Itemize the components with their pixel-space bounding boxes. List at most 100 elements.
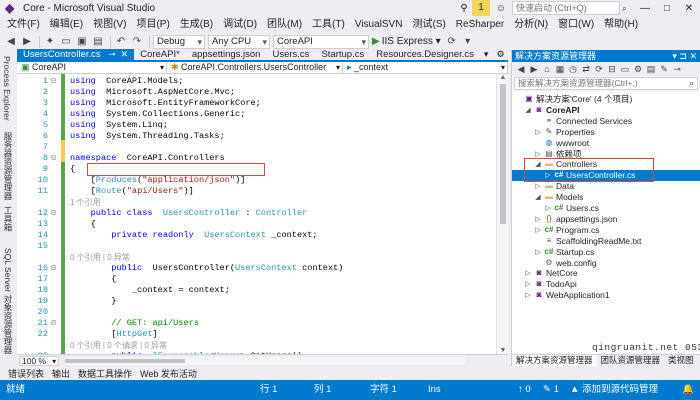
side-tool-tab[interactable]: Process Explorer [2,56,12,121]
maximize-button[interactable]: □ [656,3,678,14]
zoom-dropdown[interactable]: 100 % [19,355,60,366]
solution-pane-tab[interactable]: 团队资源管理器 [597,355,665,366]
settings-icon[interactable]: ⚙ [492,49,508,60]
solution-config-dropdown[interactable]: Debug [153,34,205,49]
tree-item[interactable]: ⚭ Connected Services [512,116,700,127]
document-tab[interactable]: Resources.Designer.cs [370,49,480,60]
menu-item[interactable]: 工具(T) [307,16,350,33]
menu-item[interactable]: 项目(P) [131,16,174,33]
properties-icon[interactable]: ⚙ [632,63,644,75]
history-icon[interactable]: ◷ [567,63,579,75]
collapsed-arrow-icon[interactable]: ▷ [524,268,532,279]
refresh-icon[interactable]: ⟳ [445,35,459,49]
tree-item[interactable]: ▣ 解决方案'Core' (4 个项目) [512,94,700,105]
menu-item[interactable]: 生成(B) [175,16,218,33]
tab-overflow-icon[interactable]: ▾ [480,49,493,60]
undo-icon[interactable]: ↶ [114,35,128,49]
save-all-icon[interactable]: ▤ [91,35,105,49]
forward-icon[interactable]: ▶ [20,35,34,49]
filter-icon[interactable]: ⚲ [456,3,472,14]
collapsed-arrow-icon[interactable]: ▷ [534,247,542,258]
collapse-icon[interactable]: ⊟ [51,263,59,274]
type-nav-dropdown[interactable]: ✱ CoreAPI.Controllers.UsersController [167,62,343,73]
platform-dropdown[interactable]: Any CPU [208,34,270,49]
toolbar-overflow-icon[interactable]: ▾ [461,35,475,49]
save-icon[interactable]: ▣ [75,35,89,49]
menu-item[interactable]: 视图(V) [88,16,131,33]
expanded-arrow-icon[interactable]: ◢ [534,192,542,203]
side-tool-tab[interactable]: SQL Server 对象资源管理器 [2,248,14,354]
run-button[interactable]: ▶ IIS Express ▾ [372,36,441,47]
code-editor[interactable]: 1 ⊟ using CoreAPI.Models; 2 using Microsoft.… [17,74,496,354]
collapsed-arrow-icon[interactable]: ▷ [534,225,542,236]
menu-item[interactable]: 编辑(E) [45,16,88,33]
tree-item[interactable]: ▷ {} appsettings.json [512,214,700,225]
tree-item[interactable]: ▷ c# Users.cs [512,203,700,214]
expanded-arrow-icon[interactable]: ◢ [524,105,532,116]
add-to-source-control-button[interactable]: ▲ 添加到源代码管理 [570,380,658,400]
tree-item[interactable]: ▷ ▬ Data [512,181,700,192]
bottom-tool-tab[interactable]: 数据工具操作 [74,367,136,380]
menu-item[interactable]: VisualSVN [350,16,408,33]
document-tab[interactable]: UsersController.cs ⊸ ✕ [17,49,135,60]
tree-item[interactable]: ▷ c# Startup.cs [512,247,700,258]
codelens-info[interactable]: 0 个引用 | 0 个请求 | 0 异常 [70,340,167,351]
forward-icon[interactable]: ▶ [528,63,540,75]
scrollbar-thumb[interactable] [65,358,186,363]
member-nav-dropdown[interactable]: ▸ _context [343,62,508,73]
bottom-tool-tab[interactable]: 输出 [48,367,74,380]
collapsed-arrow-icon[interactable]: ▷ [534,214,542,225]
side-tool-tab[interactable]: 工具箱 [2,206,14,232]
scroll-up-icon[interactable]: ▲ [497,74,509,81]
tree-item[interactable]: ≡ ScaffoldingReadMe.txt [512,236,700,247]
project-nav-dropdown[interactable]: ▣ CoreAPI [17,62,167,73]
editor-horizontal-scrollbar[interactable] [65,356,466,365]
collapsed-arrow-icon[interactable]: ▷ [524,279,532,290]
tree-item[interactable]: ⚙ web.config [512,258,700,269]
search-icon[interactable]: ⌕ [622,3,634,14]
notification-flag-icon[interactable]: 1 [472,0,490,16]
collapsed-arrow-icon[interactable]: ▷ [524,290,532,301]
tree-item[interactable]: ▷ ◙ WebApplication1 [512,290,700,301]
new-project-icon[interactable]: ✦ [43,35,57,49]
collapse-icon[interactable]: ⊟ [51,153,59,164]
document-tab[interactable]: appsettings.json [186,49,267,60]
solution-search-box[interactable]: 搜索解决方案资源管理器(Ctrl+;) ⌕ [514,77,698,90]
refresh-icon[interactable]: ⟳ [593,63,605,75]
pin-icon[interactable]: ⊸ [106,49,116,59]
codelens-info[interactable]: 1 个引用 [70,197,101,208]
pending-changes-count[interactable]: ✎ 1 [543,380,559,400]
document-tab[interactable]: Startup.cs [315,49,370,60]
startup-project-dropdown[interactable]: CoreAPI [273,34,369,49]
minimize-button[interactable]: — [634,3,656,14]
collapse-icon[interactable]: ⊟ [51,76,59,87]
tree-item[interactable]: ◍ wwwroot [512,138,700,149]
quick-launch-input[interactable] [512,1,620,15]
collapse-all-icon[interactable]: ⊟ [606,63,618,75]
tree-item[interactable]: ◢ ▬ Models [512,192,700,203]
bottom-tool-tab[interactable]: 错误列表 [4,367,48,380]
close-button[interactable]: ✕ [678,3,700,14]
collapse-icon[interactable]: ⊟ [51,208,59,219]
scroll-down-icon[interactable]: ▼ [497,347,509,354]
collapsed-arrow-icon[interactable]: ▷ [534,127,542,138]
scrollbar-thumb[interactable] [500,84,506,224]
wrench-icon[interactable]: ✎ [658,63,670,75]
menu-item[interactable]: 调试(D) [218,16,262,33]
notifications-bell-icon[interactable]: 🔔 [682,380,694,400]
editor-vertical-scrollbar[interactable]: ▲ ▼ [496,74,508,354]
pending-push-count[interactable]: ↑ 0 [518,380,531,400]
document-tab[interactable]: Users.cs [266,49,315,60]
preview-icon[interactable]: ▤ [645,63,657,75]
tree-item[interactable]: ▷ c# Program.cs [512,225,700,236]
pane-controls[interactable]: ▾ ⊐ ✕ [672,50,697,62]
side-tool-tab[interactable]: 服务器资源管理器 [2,132,14,200]
collapsed-arrow-icon[interactable]: ▷ [544,203,552,214]
menu-item[interactable]: 文件(F) [2,16,45,33]
menu-item[interactable]: 测试(S) [407,16,450,33]
redo-icon[interactable]: ↷ [130,35,144,49]
tree-item[interactable]: ◢ ◙ CoreAPI [512,105,700,116]
menu-item[interactable]: 窗口(W) [553,16,599,33]
collapsed-arrow-icon[interactable]: ▷ [534,181,542,192]
solution-pane-tab[interactable]: 类视图 [664,355,698,366]
